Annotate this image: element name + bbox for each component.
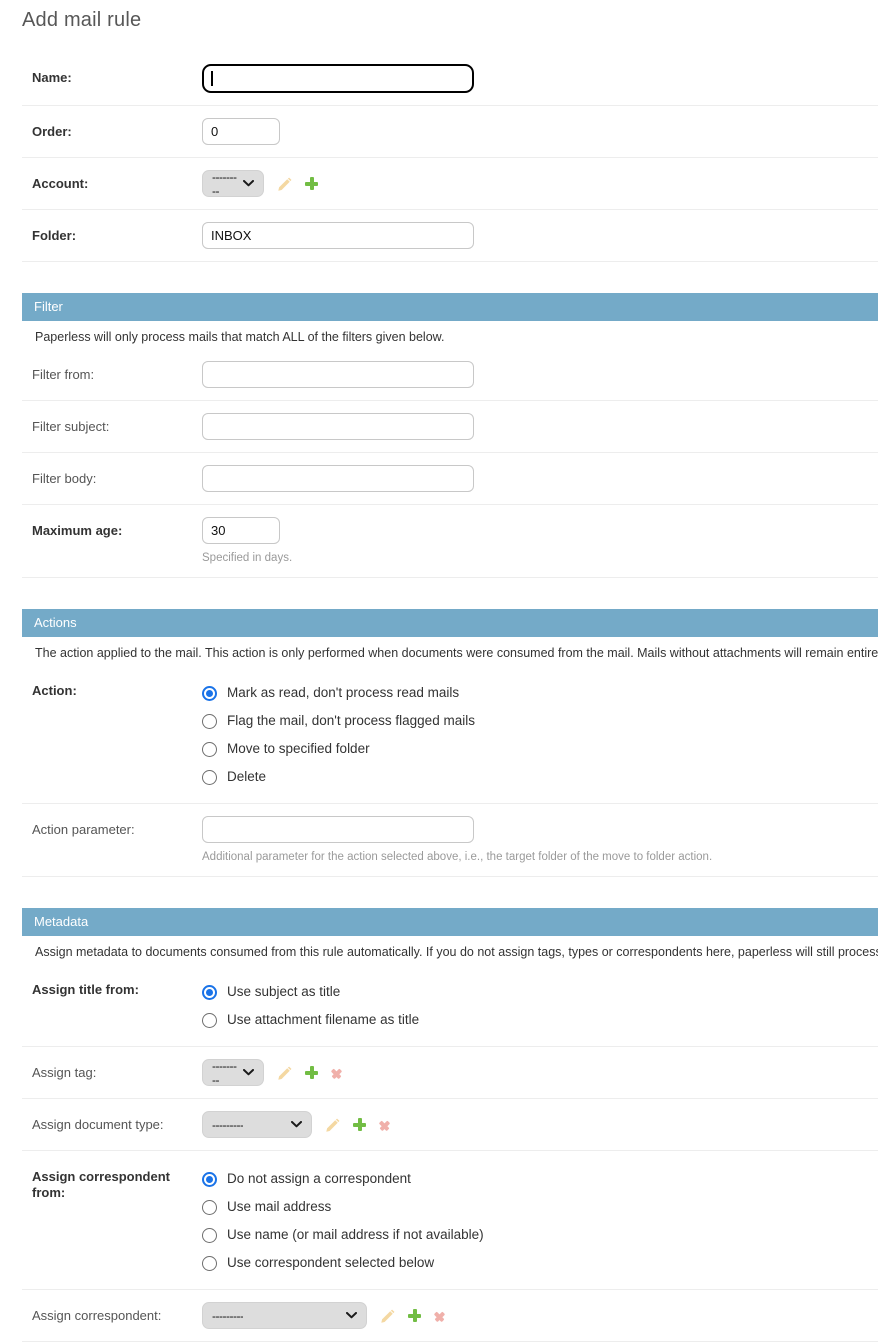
chevron-down-icon (243, 180, 254, 187)
section-header-filter: Filter (22, 293, 878, 321)
action-parameter-help: Additional parameter for the action sele… (202, 850, 878, 864)
form-row-filter-subject: Filter subject: (22, 401, 878, 453)
name-label: Name: (32, 64, 192, 86)
correspondent-from-option-name[interactable]: Use name (or mail address if not availab… (202, 1221, 878, 1249)
chevron-down-icon (346, 1312, 357, 1319)
metadata-fieldset: Metadata Assign metadata to documents co… (22, 908, 878, 1342)
assign-document-type-select[interactable]: --------- (202, 1111, 312, 1138)
edit-pencil-icon[interactable] (277, 1066, 292, 1081)
radio-button[interactable] (202, 985, 217, 1000)
form-row-assign-tag: Assign tag: --------- (22, 1047, 878, 1099)
section-header-metadata: Metadata (22, 908, 878, 936)
radio-button[interactable] (202, 714, 217, 729)
action-parameter-input[interactable] (202, 816, 474, 843)
form-row-filter-from: Filter from: (22, 349, 878, 401)
filter-subject-input[interactable] (202, 413, 474, 440)
account-label: Account: (32, 170, 192, 192)
delete-cross-icon[interactable] (377, 1118, 393, 1134)
form-row-assign-correspondent-from: Assign correspondent from: Do not assign… (22, 1151, 878, 1290)
metadata-description: Assign metadata to documents consumed fr… (22, 944, 878, 960)
delete-cross-icon[interactable] (329, 1066, 345, 1082)
form-row-filter-body: Filter body: (22, 453, 878, 505)
radio-button[interactable] (202, 1013, 217, 1028)
actions-description: The action applied to the mail. This act… (22, 645, 878, 661)
radio-button[interactable] (202, 1200, 217, 1215)
text-cursor (211, 71, 213, 86)
maximum-age-input[interactable] (202, 517, 280, 544)
correspondent-from-option-none[interactable]: Do not assign a correspondent (202, 1165, 878, 1193)
folder-label: Folder: (32, 222, 192, 244)
action-label: Action: (32, 677, 192, 699)
assign-correspondent-label: Assign correspondent: (32, 1302, 192, 1324)
action-option-mark-read[interactable]: Mark as read, don't process read mails (202, 679, 878, 707)
chevron-down-icon (291, 1121, 302, 1128)
title-from-option-filename[interactable]: Use attachment filename as title (202, 1006, 878, 1034)
chevron-down-icon (243, 1069, 254, 1076)
radio-button[interactable] (202, 686, 217, 701)
edit-pencil-icon[interactable] (325, 1118, 340, 1133)
form-row-maximum-age: Maximum age: Specified in days. (22, 505, 878, 578)
action-option-move[interactable]: Move to specified folder (202, 735, 878, 763)
filter-from-label: Filter from: (32, 361, 192, 383)
edit-pencil-icon[interactable] (277, 177, 292, 192)
title-from-option-subject[interactable]: Use subject as title (202, 978, 878, 1006)
form-row-action: Action: Mark as read, don't process read… (22, 665, 878, 804)
assign-title-from-label: Assign title from: (32, 976, 192, 998)
radio-button[interactable] (202, 1228, 217, 1243)
maximum-age-help: Specified in days. (202, 551, 878, 565)
filter-body-input[interactable] (202, 465, 474, 492)
assign-document-type-label: Assign document type: (32, 1111, 192, 1133)
account-select[interactable]: --------- (202, 170, 264, 197)
form-row-action-parameter: Action parameter: Additional parameter f… (22, 804, 878, 877)
action-option-flag[interactable]: Flag the mail, don't process flagged mai… (202, 707, 878, 735)
form-row-folder: Folder: (22, 210, 878, 262)
radio-button[interactable] (202, 742, 217, 757)
filter-description: Paperless will only process mails that m… (22, 329, 878, 345)
correspondent-from-option-mail-address[interactable]: Use mail address (202, 1193, 878, 1221)
assign-tag-label: Assign tag: (32, 1059, 192, 1081)
filter-subject-label: Filter subject: (32, 413, 192, 435)
form-row-assign-title-from: Assign title from: Use subject as title … (22, 964, 878, 1047)
filter-from-input[interactable] (202, 361, 474, 388)
filter-fieldset: Filter Paperless will only process mails… (22, 293, 878, 578)
form-row-assign-correspondent: Assign correspondent: --------- (22, 1290, 878, 1342)
order-label: Order: (32, 118, 192, 140)
correspondent-from-option-selected-below[interactable]: Use correspondent selected below (202, 1249, 878, 1277)
radio-button[interactable] (202, 770, 217, 785)
assign-tag-select[interactable]: --------- (202, 1059, 264, 1086)
add-plus-icon[interactable] (408, 1309, 421, 1322)
order-input[interactable] (202, 118, 280, 145)
folder-input[interactable] (202, 222, 474, 249)
form-row-account: Account: --------- (22, 158, 878, 210)
add-plus-icon[interactable] (353, 1118, 366, 1131)
edit-pencil-icon[interactable] (380, 1309, 395, 1324)
assign-correspondent-select[interactable]: --------- (202, 1302, 367, 1329)
form-row-name: Name: (22, 52, 878, 106)
name-input[interactable] (202, 64, 474, 93)
general-fieldset: Name: Order: Account: --------- (22, 52, 878, 262)
radio-button[interactable] (202, 1172, 217, 1187)
add-plus-icon[interactable] (305, 177, 318, 190)
actions-fieldset: Actions The action applied to the mail. … (22, 609, 878, 877)
form-row-order: Order: (22, 106, 878, 158)
assign-correspondent-from-label: Assign correspondent from: (32, 1163, 192, 1201)
add-mail-rule-form: Add mail rule Name: Order: Account: ----… (22, 9, 878, 1342)
form-row-assign-document-type: Assign document type: --------- (22, 1099, 878, 1151)
action-option-delete[interactable]: Delete (202, 763, 878, 791)
radio-button[interactable] (202, 1256, 217, 1271)
add-plus-icon[interactable] (305, 1066, 318, 1079)
page-title: Add mail rule (22, 9, 878, 32)
filter-body-label: Filter body: (32, 465, 192, 487)
maximum-age-label: Maximum age: (32, 517, 192, 539)
delete-cross-icon[interactable] (432, 1309, 448, 1325)
section-header-actions: Actions (22, 609, 878, 637)
action-parameter-label: Action parameter: (32, 816, 192, 838)
